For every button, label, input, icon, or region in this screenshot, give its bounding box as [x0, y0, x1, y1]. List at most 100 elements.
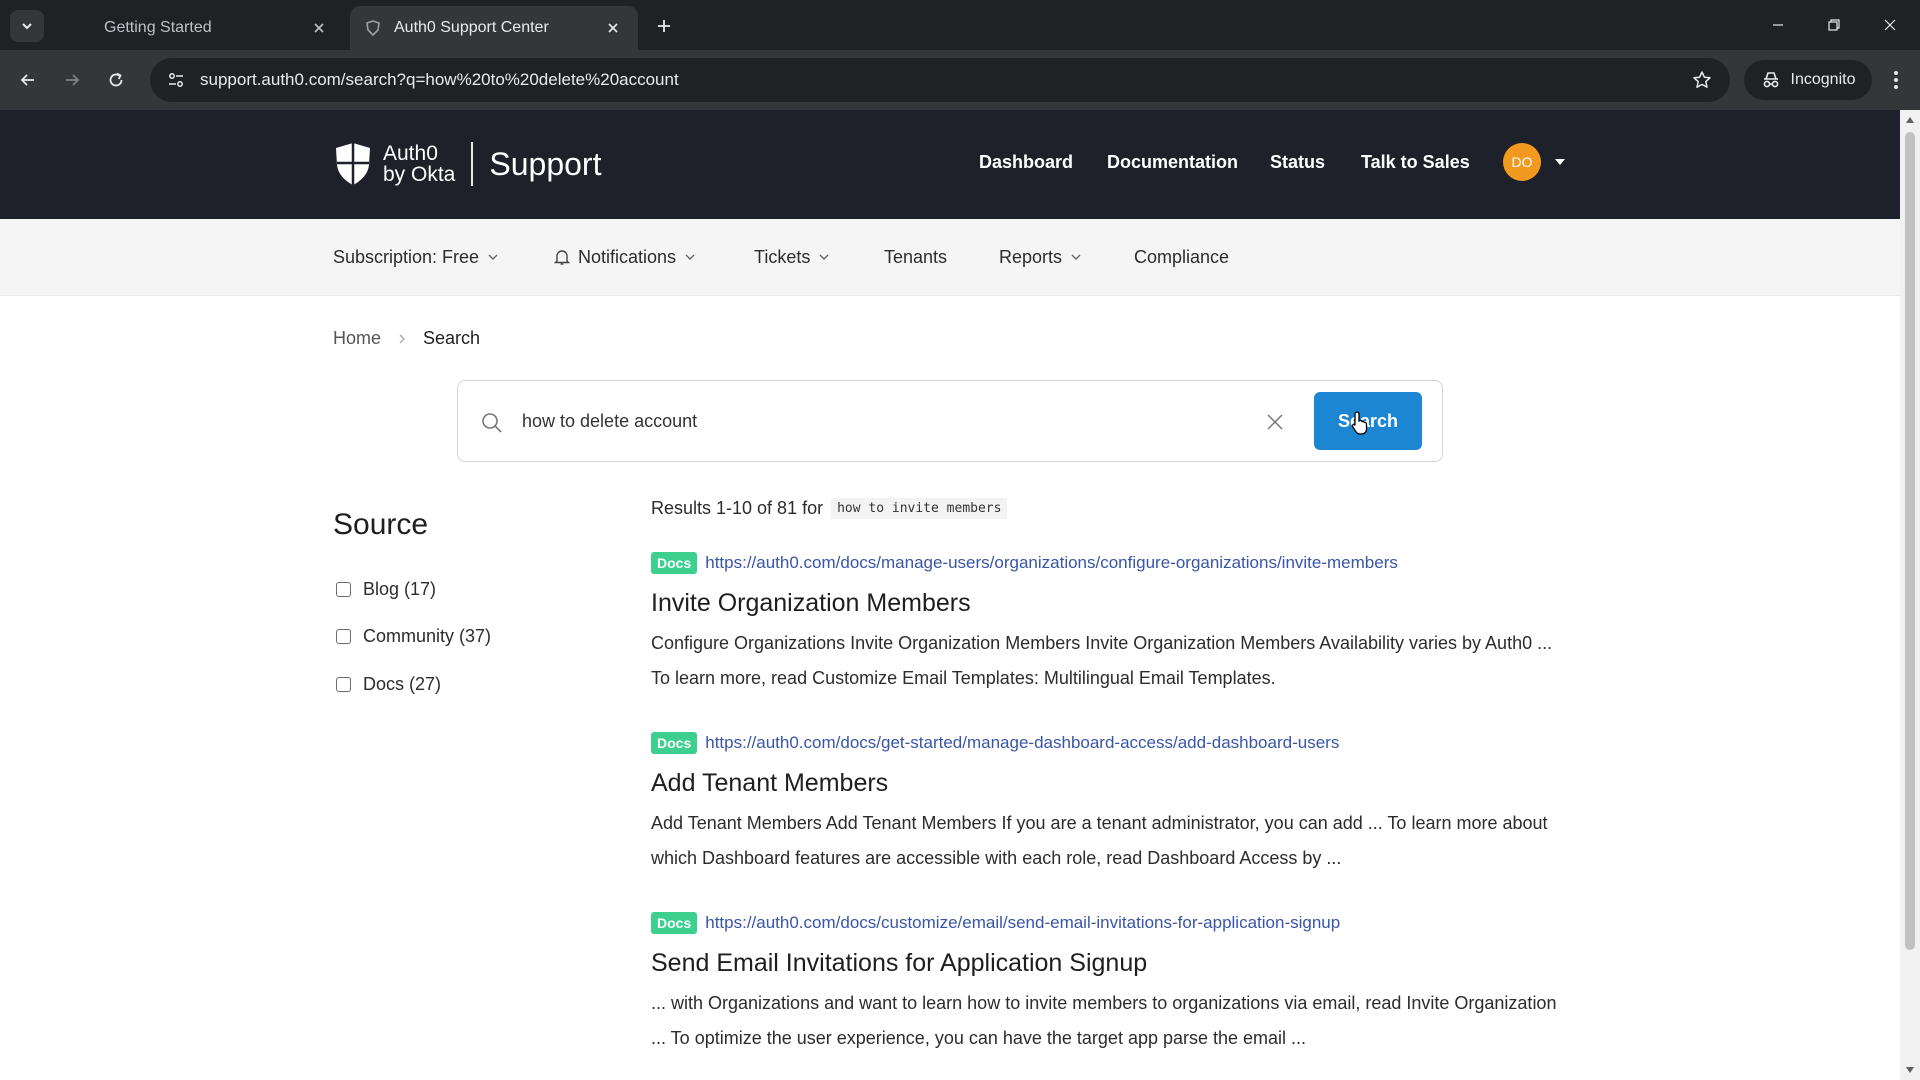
minimize-button[interactable] [1754, 8, 1802, 42]
page-scrollbar[interactable] [1900, 110, 1920, 1080]
logo-text: Auth0 by Okta [383, 143, 455, 185]
more-vertical-icon [1894, 71, 1898, 89]
page-viewport: Auth0 by Okta Support Dashboard Document… [0, 110, 1900, 1080]
results-summary: Results 1-10 of 81 for how to invite mem… [651, 498, 1008, 519]
arrow-left-icon [20, 74, 34, 86]
chevron-down-icon [22, 23, 32, 30]
chevron-down-icon [818, 251, 830, 263]
source-badge: Docs [651, 732, 698, 754]
search-result: Docs https://auth0.com/docs/manage-users… [651, 551, 1571, 696]
result-meta: Docs https://auth0.com/docs/get-started/… [651, 731, 1571, 755]
subnav-notifications[interactable]: Notifications [554, 245, 696, 269]
tab-search-button[interactable] [10, 10, 44, 42]
close-icon[interactable] [602, 17, 624, 39]
breadcrumb-home[interactable]: Home [333, 328, 381, 349]
auth0-support-logo[interactable]: Auth0 by Okta Support [333, 138, 601, 190]
search-box: Search [457, 380, 1443, 462]
scroll-down-icon[interactable] [1904, 1064, 1916, 1076]
tab-title: Getting Started [104, 19, 212, 36]
result-url[interactable]: https://auth0.com/docs/manage-users/orga… [705, 553, 1398, 573]
breadcrumb: Home Search [333, 328, 480, 349]
nav-status[interactable]: Status [1270, 152, 1325, 173]
result-snippet: Configure Organizations Invite Organizat… [651, 633, 1553, 688]
result-title[interactable]: Send Email Invitations for Application S… [651, 949, 1571, 978]
page-icon [74, 19, 92, 37]
facet-label: Docs (27) [363, 674, 442, 694]
tab-auth0-support-center[interactable]: Auth0 Support Center [350, 6, 638, 50]
notifications-label: Notifications [578, 246, 677, 267]
reload-button[interactable] [100, 64, 132, 96]
facet-checkbox[interactable] [336, 677, 351, 692]
result-title[interactable]: Add Tenant Members [651, 769, 1571, 798]
site-settings-icon[interactable] [154, 58, 198, 102]
subnav-tickets[interactable]: Tickets [754, 245, 830, 269]
breadcrumb-current: Search [423, 328, 481, 348]
address-bar[interactable]: support.auth0.com/search?q=how%20to%20de… [150, 58, 1730, 102]
user-avatar[interactable]: DO [1503, 143, 1541, 181]
reload-icon [109, 72, 123, 87]
bookmark-star-icon[interactable] [1680, 58, 1724, 102]
nav-talk-to-sales[interactable]: Talk to Sales [1361, 152, 1470, 173]
facet-label: Blog (17) [363, 579, 437, 599]
caret-down-icon[interactable] [1555, 158, 1565, 166]
subnav-subscription[interactable]: Subscription: Free [333, 245, 499, 269]
tab-title: Auth0 Support Center [394, 19, 549, 36]
result-meta: Docs https://auth0.com/docs/manage-users… [651, 551, 1571, 575]
browser-toolbar: support.auth0.com/search?q=how%20to%20de… [0, 50, 1920, 110]
minimize-icon [1773, 24, 1783, 26]
site-header: Auth0 by Okta Support Dashboard Document… [0, 110, 1900, 219]
sub-nav: Subscription: Free Notifications Tickets… [0, 219, 1900, 296]
forward-button[interactable] [56, 64, 88, 96]
result-snippet: ... with Organizations and want to learn… [651, 993, 1557, 1048]
restore-icon [1828, 19, 1840, 31]
nav-documentation[interactable]: Documentation [1107, 152, 1238, 173]
result-url[interactable]: https://auth0.com/docs/get-started/manag… [705, 733, 1339, 753]
subnav-tenants[interactable]: Tenants [884, 245, 947, 269]
subscription-label: Subscription: Free [333, 246, 480, 267]
search-result: Docs https://auth0.com/docs/get-started/… [651, 731, 1571, 876]
facet-community[interactable]: Community (37) [336, 626, 491, 647]
clear-search-icon[interactable] [1262, 409, 1288, 435]
back-button[interactable] [12, 64, 44, 96]
results-count: Results 1-10 of 81 for [651, 498, 824, 518]
source-badge: Docs [651, 552, 698, 574]
facet-checkbox[interactable] [336, 582, 351, 597]
chevron-down-icon [1070, 251, 1082, 263]
scroll-up-icon[interactable] [1904, 114, 1916, 126]
bell-icon [554, 248, 570, 266]
window-close-button[interactable] [1866, 8, 1914, 42]
facet-label: Community (37) [363, 626, 492, 646]
mouse-cursor-icon [1351, 411, 1368, 435]
close-icon[interactable] [308, 17, 330, 39]
results-query: how to invite members [831, 498, 1008, 519]
restore-button[interactable] [1810, 8, 1858, 42]
logo-divider [471, 142, 474, 186]
facet-blog[interactable]: Blog (17) [336, 579, 436, 600]
nav-dashboard[interactable]: Dashboard [979, 152, 1073, 173]
search-icon [482, 413, 502, 433]
facet-docs[interactable]: Docs (27) [336, 674, 441, 695]
tenants-label: Tenants [884, 246, 948, 267]
incognito-indicator[interactable]: Incognito [1744, 60, 1872, 100]
scrollbar-thumb[interactable] [1905, 132, 1915, 950]
search-input[interactable] [522, 401, 1222, 441]
search-result: Docs https://auth0.com/docs/customize/em… [651, 911, 1571, 1056]
subnav-reports[interactable]: Reports [999, 245, 1082, 269]
subnav-compliance[interactable]: Compliance [1134, 245, 1229, 269]
facet-checkbox[interactable] [336, 629, 351, 644]
facet-title: Source [333, 508, 429, 541]
new-tab-button[interactable] [650, 12, 678, 40]
logo-line-1: Auth0 [383, 142, 438, 165]
chevron-down-icon [684, 251, 696, 263]
browser-menu-button[interactable] [1880, 64, 1912, 96]
auth0-favicon-icon [364, 19, 382, 37]
result-title[interactable]: Invite Organization Members [651, 589, 1571, 618]
tickets-label: Tickets [754, 246, 811, 267]
result-url[interactable]: https://auth0.com/docs/customize/email/s… [705, 913, 1340, 933]
browser-tab-strip: Getting Started Auth0 Support Center [0, 0, 1920, 50]
tab-getting-started[interactable]: Getting Started [60, 6, 344, 50]
close-icon [1884, 19, 1896, 31]
reports-label: Reports [999, 246, 1063, 267]
url-text[interactable]: support.auth0.com/search?q=how%20to%20de… [200, 70, 1680, 90]
plus-icon [658, 20, 670, 32]
